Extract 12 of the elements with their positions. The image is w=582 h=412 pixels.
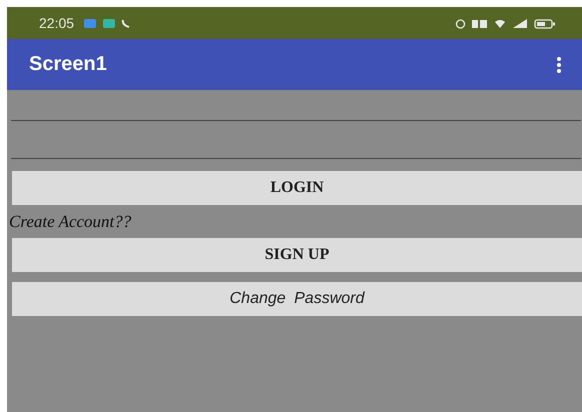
battery-icon (534, 18, 556, 28)
action-button[interactable]: SIGN UP (12, 238, 582, 272)
status-time: 22:05 (39, 15, 74, 31)
create-account-label: Create Account?? (9, 211, 132, 233)
wifi-icon (494, 18, 506, 28)
menu-icon[interactable] (556, 56, 562, 74)
screen-title: Screen1 (29, 53, 107, 76)
phone-icon (121, 18, 132, 28)
action-button[interactable]: LOGIN (12, 171, 582, 205)
change-password-button[interactable]: Change Password (12, 282, 582, 316)
signal-icon (511, 18, 529, 28)
alarm-icon (455, 18, 466, 28)
